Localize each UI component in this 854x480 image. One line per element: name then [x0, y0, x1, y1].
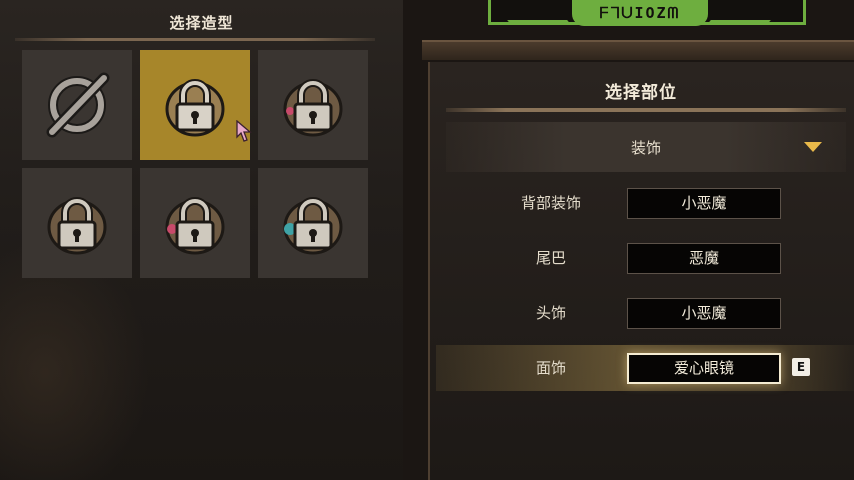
key-hint-e: E	[792, 358, 810, 376]
none-icon	[46, 72, 110, 138]
part-value[interactable]: 小恶魔	[627, 298, 781, 329]
style-option-locked[interactable]	[258, 50, 368, 160]
style-panel-title: 选择造型	[169, 14, 234, 32]
part-label: 面饰	[535, 359, 566, 377]
part-row-face[interactable]: 面饰 爱心眼镜 E	[436, 345, 854, 391]
style-option-locked[interactable]	[140, 168, 250, 278]
title-divider	[15, 38, 375, 41]
style-select-panel: 选择造型	[0, 0, 403, 480]
lock-icon	[165, 197, 225, 255]
board-header-beam	[422, 40, 854, 60]
part-row-tail[interactable]: 尾巴 恶魔	[436, 235, 854, 281]
style-option-locked[interactable]	[22, 168, 132, 278]
cursor-icon	[236, 120, 252, 142]
part-row-head[interactable]: 头饰 小恶魔	[436, 290, 854, 336]
category-label: 装饰	[630, 139, 661, 157]
part-row-back[interactable]: 背部装饰 小恶魔	[436, 180, 854, 226]
style-option-locked-selected[interactable]	[140, 50, 252, 160]
lock-icon	[283, 79, 343, 137]
dropdown-arrow-icon	[804, 142, 822, 152]
part-value[interactable]: 恶魔	[627, 243, 781, 274]
category-dropdown[interactable]: 装饰	[446, 122, 846, 172]
part-value[interactable]: 小恶魔	[627, 188, 781, 219]
part-label: 尾巴	[535, 249, 566, 267]
style-option-locked[interactable]	[258, 168, 368, 278]
style-option-none[interactable]	[22, 50, 132, 160]
emblem-glyphs: ᖴᒣᑌIOZᗰ	[572, 0, 708, 26]
part-label: 头饰	[535, 304, 566, 322]
part-label: 背部装饰	[520, 194, 581, 212]
lock-icon	[165, 79, 225, 137]
title-divider	[446, 108, 846, 112]
part-value[interactable]: 爱心眼镜	[627, 353, 781, 384]
part-panel-title: 选择部位	[605, 83, 677, 103]
lock-icon	[47, 197, 107, 255]
style-grid	[22, 50, 368, 278]
lock-icon	[283, 197, 343, 255]
